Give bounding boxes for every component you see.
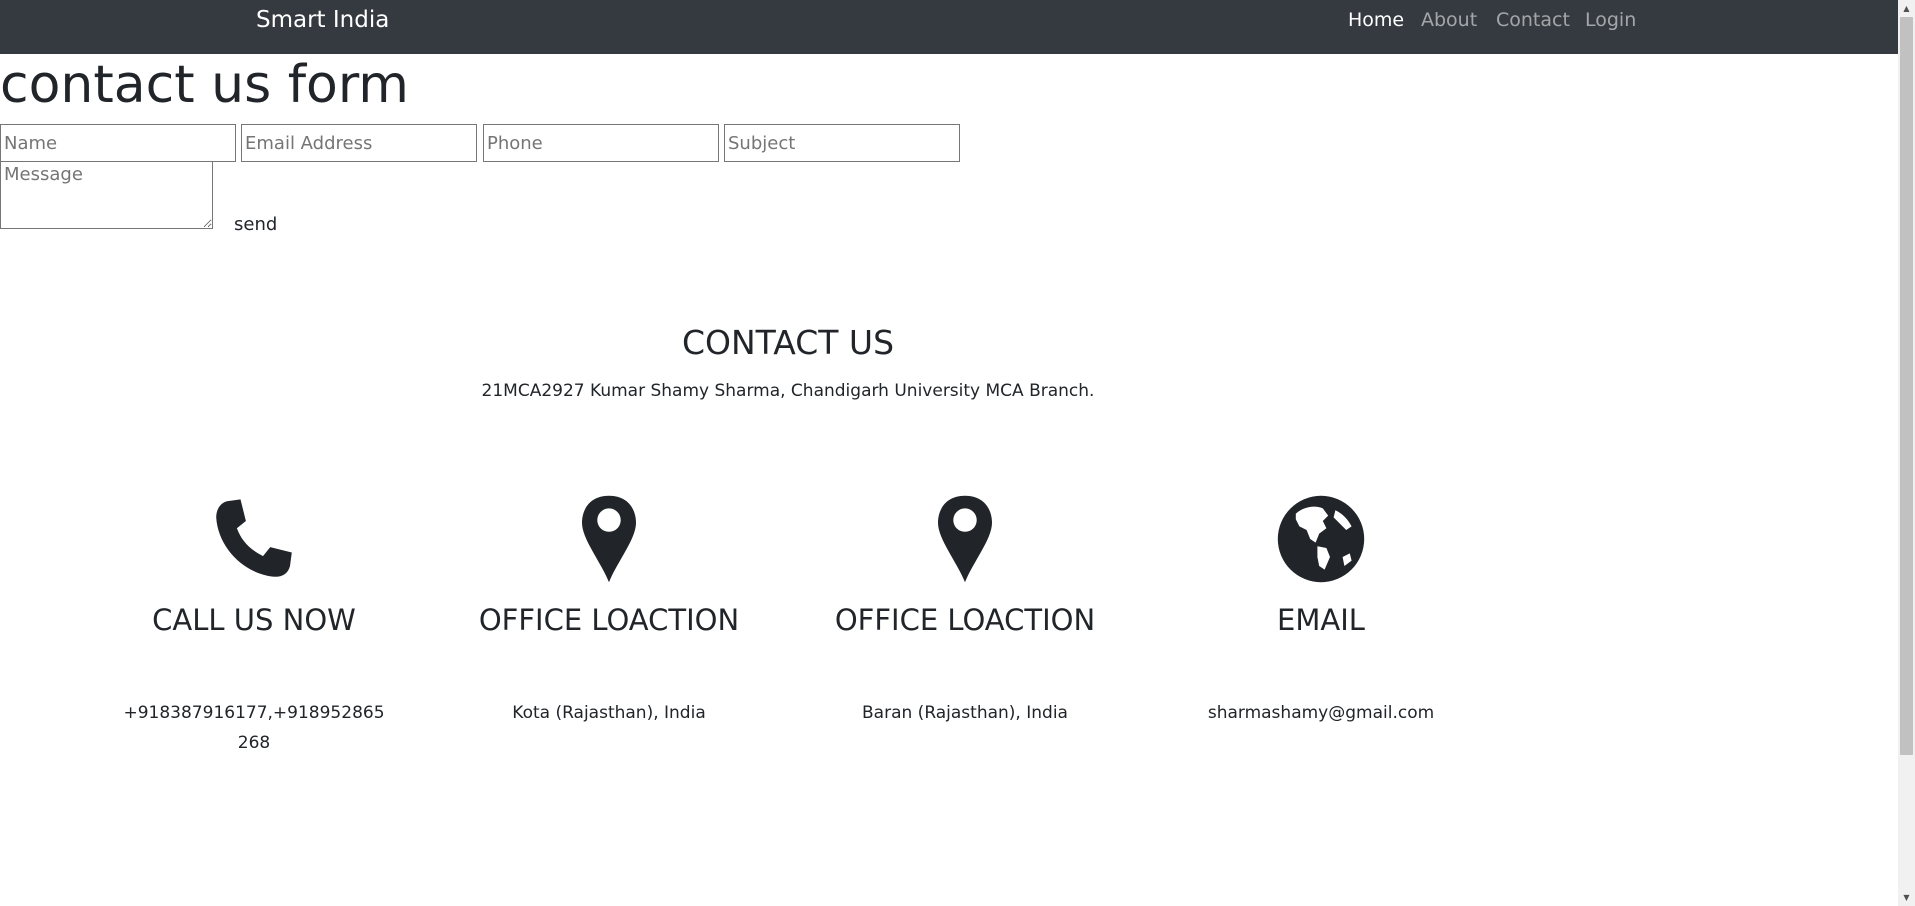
contact-heading: CONTACT US [681,323,895,362]
vertical-scrollbar[interactable]: ▲ ▼ [1898,0,1915,906]
brand-link[interactable]: Smart India [256,6,389,34]
map-marker-icon [564,494,654,584]
nav-link-home[interactable]: Home [1348,8,1404,32]
contact-card-email: EMAIL sharmashamy@gmail.com [1186,494,1456,728]
scroll-down-icon[interactable]: ▼ [1898,889,1915,906]
card-title: OFFICE LOACTION [478,603,740,637]
email-input[interactable] [241,124,477,162]
scroll-thumb[interactable] [1900,17,1913,755]
form-title: contact us form [0,55,409,115]
contact-card-office-2: OFFICE LOACTION Baran (Rajasthan), India [830,494,1100,728]
card-title: OFFICE LOACTION [834,603,1096,637]
phone-icon [209,494,299,584]
office-location-text: Kota (Rajasthan), India [512,703,706,723]
map-marker-icon [920,494,1010,584]
scroll-up-icon[interactable]: ▲ [1898,0,1915,17]
globe-icon [1276,494,1366,584]
contact-subtitle: 21MCA2927 Kumar Shamy Sharma, Chandigarh… [481,381,1095,401]
nav-link-contact[interactable]: Contact [1496,8,1570,32]
message-textarea[interactable] [0,161,213,229]
card-title: EMAIL [1277,603,1365,637]
navbar: Smart India Home About Contact Login [0,0,1898,54]
contact-card-call: CALL US NOW +918387916177,+918952865268 [119,494,389,758]
nav-link-login[interactable]: Login [1585,8,1636,32]
subject-input[interactable] [724,124,960,162]
card-title: CALL US NOW [152,603,356,637]
name-input[interactable] [0,124,236,162]
contact-card-office-1: OFFICE LOACTION Kota (Rajasthan), India [474,494,744,728]
phone-numbers: +918387916177,+918952865268 [123,703,385,753]
send-button[interactable]: send [232,212,279,238]
office-location-text: Baran (Rajasthan), India [862,703,1068,723]
phone-input[interactable] [483,124,719,162]
nav-link-about[interactable]: About [1421,8,1477,32]
email-address: sharmashamy@gmail.com [1207,703,1435,723]
